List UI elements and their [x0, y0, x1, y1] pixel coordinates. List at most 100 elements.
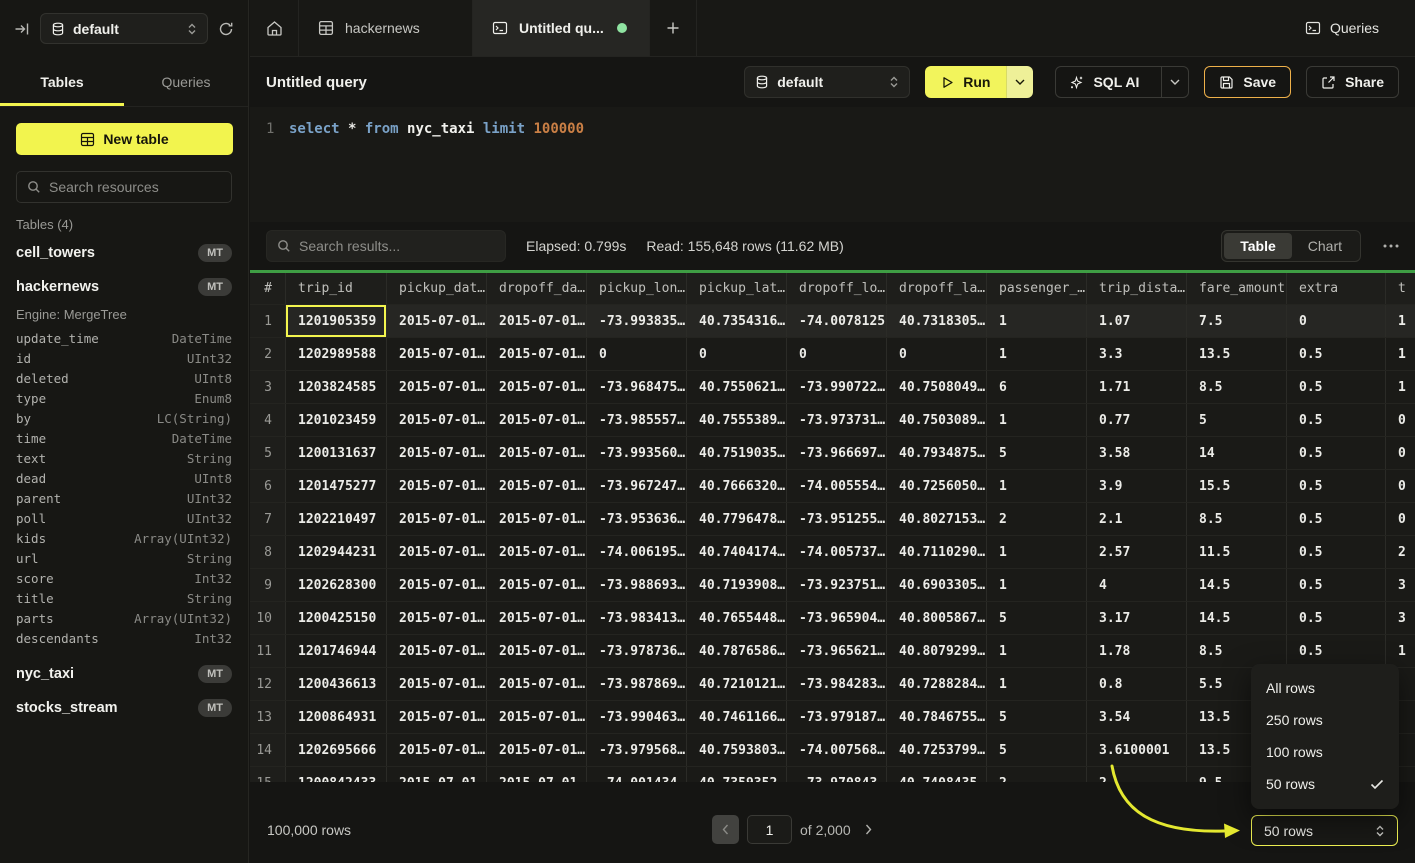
table-cell[interactable]: -74.005737… — [787, 536, 887, 568]
table-cell[interactable]: 1.07 — [1087, 305, 1187, 337]
table-cell[interactable]: 2015-07-01… — [487, 437, 587, 469]
search-results-input[interactable]: Search results... — [266, 230, 506, 262]
table-cell[interactable]: 0.5 — [1287, 536, 1386, 568]
run-options-button[interactable] — [1006, 66, 1033, 98]
table-cell[interactable]: 40.8079299… — [887, 635, 987, 667]
sql-ai-options-button[interactable] — [1161, 67, 1188, 97]
table-cell[interactable]: 2015-07-01… — [487, 338, 587, 370]
table-cell[interactable]: 2015-07-01… — [387, 602, 487, 634]
table-cell[interactable]: 2015-07-01… — [487, 635, 587, 667]
search-resources-input[interactable]: Search resources — [16, 171, 232, 203]
table-cell[interactable]: 3.9 — [1087, 470, 1187, 502]
table-cell[interactable]: 0 — [787, 338, 887, 370]
table-cell[interactable]: 0 — [587, 338, 687, 370]
table-cell[interactable]: 2015-07-01… — [487, 536, 587, 568]
table-cell[interactable]: 15.5 — [1187, 470, 1287, 502]
table-cell[interactable]: 1201475277 — [286, 470, 387, 502]
table-cell[interactable]: -73.951255… — [787, 503, 887, 535]
column-header[interactable]: trip_dista… — [1087, 273, 1187, 304]
table-cell[interactable]: 1 — [1386, 371, 1415, 403]
table-cell[interactable]: 2 — [987, 503, 1087, 535]
query-database-selector[interactable]: default — [744, 66, 910, 98]
table-cell[interactable]: -73.984283… — [787, 668, 887, 700]
table-cell[interactable]: 40.7796478… — [687, 503, 787, 535]
sql-ai-button[interactable]: SQL AI — [1055, 66, 1189, 98]
table-cell[interactable]: 40.7318305… — [887, 305, 987, 337]
table-cell[interactable]: 40.7876586… — [687, 635, 787, 667]
table-cell[interactable]: 1 — [987, 305, 1087, 337]
table-cell[interactable]: -74.001434… — [587, 767, 687, 782]
table-cell[interactable]: 2 — [1087, 767, 1187, 782]
table-cell[interactable]: 40.7354316… — [687, 305, 787, 337]
table-cell[interactable]: 2015-07-01… — [387, 305, 487, 337]
table-cell[interactable]: 2 — [1386, 536, 1415, 568]
page-number-input[interactable]: 1 — [747, 815, 792, 844]
table-cell[interactable]: 2015-07-01… — [387, 371, 487, 403]
home-tab[interactable] — [250, 0, 299, 56]
run-button[interactable]: Run — [925, 66, 1006, 98]
table-cell[interactable]: 2015-07-01… — [487, 503, 587, 535]
table-cell[interactable]: 1203824585 — [286, 371, 387, 403]
table-cell[interactable]: 40.7256050… — [887, 470, 987, 502]
table-cell[interactable]: 2015-07-01… — [387, 569, 487, 601]
table-cell[interactable]: 1200864931 — [286, 701, 387, 733]
table-cell[interactable]: 1202989588 — [286, 338, 387, 370]
table-cell[interactable]: 40.6903305… — [887, 569, 987, 601]
table-cell[interactable]: -73.968475… — [587, 371, 687, 403]
table-cell[interactable]: 1200131637 — [286, 437, 387, 469]
table-cell[interactable]: 40.7666320… — [687, 470, 787, 502]
table-cell[interactable]: 2015-07-01… — [387, 734, 487, 766]
table-cell[interactable]: 1200842433 — [286, 767, 387, 782]
table-cell[interactable]: 2015-07-01… — [387, 668, 487, 700]
table-cell[interactable]: -73.990722… — [787, 371, 887, 403]
table-cell[interactable]: 3.17 — [1087, 602, 1187, 634]
new-table-button[interactable]: New table — [16, 123, 233, 155]
table-cell[interactable]: 1 — [987, 668, 1087, 700]
column-header[interactable]: # — [250, 273, 286, 304]
view-chart[interactable]: Chart — [1292, 233, 1358, 259]
table-cell[interactable]: -74.006195… — [587, 536, 687, 568]
table-cell[interactable]: 2015-07-01… — [387, 338, 487, 370]
table-cell[interactable]: 2015-07-01… — [487, 569, 587, 601]
table-cell[interactable]: 40.7408435… — [887, 767, 987, 782]
table-cell[interactable]: -73.993835… — [587, 305, 687, 337]
table-cell[interactable]: -73.973731… — [787, 404, 887, 436]
refresh-icon[interactable] — [218, 21, 234, 37]
table-cell[interactable]: -73.985557… — [587, 404, 687, 436]
tab-queries[interactable]: Queries — [124, 57, 248, 106]
table-cell[interactable]: 0.77 — [1087, 404, 1187, 436]
table-cell[interactable]: -73.953636… — [587, 503, 687, 535]
table-cell[interactable]: 2 — [987, 767, 1087, 782]
table-cell[interactable]: -73.970843… — [787, 767, 887, 782]
column-header[interactable]: t — [1386, 273, 1415, 304]
table-cell[interactable]: -73.987869… — [587, 668, 687, 700]
table-cell[interactable]: 40.7288284… — [887, 668, 987, 700]
table-cell[interactable]: 1200425150 — [286, 602, 387, 634]
table-cell[interactable]: 7.5 — [1187, 305, 1287, 337]
next-page-button[interactable] — [865, 824, 872, 835]
column-header[interactable]: pickup_dat… — [387, 273, 487, 304]
table-cell[interactable]: 1 — [987, 569, 1087, 601]
table-cell[interactable]: 0.5 — [1287, 569, 1386, 601]
table-cell[interactable]: 3 — [1386, 602, 1415, 634]
table-cell[interactable]: 1 — [987, 635, 1087, 667]
table-cell[interactable]: 5 — [987, 437, 1087, 469]
table-cell[interactable]: 5 — [987, 602, 1087, 634]
table-cell[interactable]: 2015-07-01… — [487, 404, 587, 436]
table-cell[interactable]: 2015-07-01… — [487, 371, 587, 403]
table-cell[interactable]: 40.7593803… — [687, 734, 787, 766]
table-cell[interactable]: 0.5 — [1287, 602, 1386, 634]
table-cell[interactable]: 2015-07-01… — [387, 437, 487, 469]
tab-hackernews[interactable]: hackernews — [299, 0, 473, 56]
table-cell[interactable]: -73.983413… — [587, 602, 687, 634]
table-cell[interactable]: 2015-07-01… — [387, 470, 487, 502]
table-cell[interactable]: 1202628300 — [286, 569, 387, 601]
table-cell[interactable]: 2015-07-01… — [487, 734, 587, 766]
table-cell[interactable]: 40.7253799… — [887, 734, 987, 766]
table-cell[interactable]: 2015-07-01… — [387, 701, 487, 733]
table-cell[interactable]: 40.7461166… — [687, 701, 787, 733]
table-cell[interactable]: -73.979568… — [587, 734, 687, 766]
table-cell[interactable]: 1 — [987, 536, 1087, 568]
table-cell[interactable]: 0 — [687, 338, 787, 370]
column-header[interactable]: passenger_… — [987, 273, 1087, 304]
